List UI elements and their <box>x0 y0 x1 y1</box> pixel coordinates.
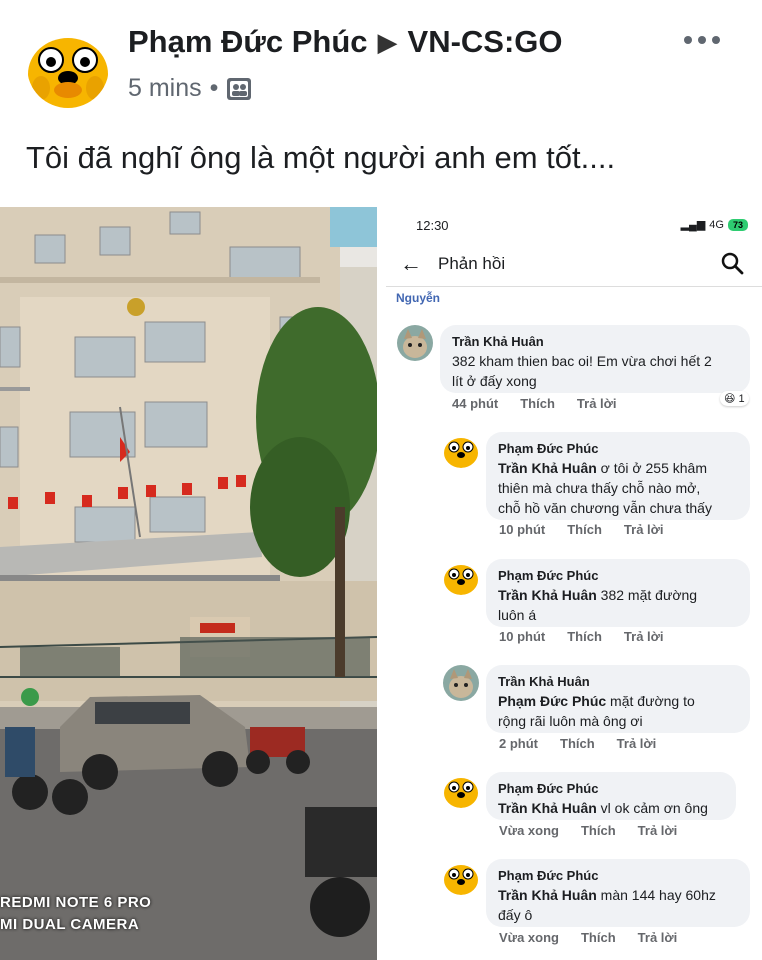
comment-time: 10 phút <box>499 522 546 537</box>
mention-link[interactable]: Trần Khả Huân <box>498 887 597 903</box>
post-photo[interactable]: REDMI NOTE 6 PRO MI DUAL CAMERA <box>0 207 377 960</box>
mention-link[interactable]: Phạm Đức Phúc <box>498 693 606 709</box>
cat-avatar-icon <box>443 665 479 701</box>
comment-author[interactable]: Trần Khả Huân <box>498 673 738 691</box>
status-icons: ▂▄▆ 4G 73 <box>681 218 748 231</box>
comment-author[interactable]: Phạm Đức Phúc <box>498 440 738 458</box>
photo-watermark: REDMI NOTE 6 PRO MI DUAL CAMERA <box>0 892 151 936</box>
comment-author[interactable]: Phạm Đức Phúc <box>498 780 724 798</box>
comment-bubble[interactable]: Phạm Đức Phúc Trần Khả Huân 382 mặt đườn… <box>486 559 750 627</box>
comment-actions: 2 phút Thích Trả lời <box>499 736 656 751</box>
comment-actions: 10 phút Thích Trả lời <box>499 629 664 644</box>
reply-button[interactable]: Trả lời <box>577 396 617 411</box>
app-bar: ← Phản hồi <box>386 241 762 287</box>
comment-text-line: màn 144 hay 60hz <box>596 887 716 903</box>
comment-time: 10 phút <box>499 629 546 644</box>
comment-time: Vừa xong <box>499 930 559 945</box>
watermark-line-1: REDMI NOTE 6 PRO <box>0 894 152 911</box>
comment-text-line: chỗ hồ văn chương vẫn chưa thấy <box>498 500 712 516</box>
jake-avatar-icon <box>443 859 479 895</box>
author-avatar[interactable] <box>27 26 109 108</box>
commenter-avatar[interactable] <box>443 772 479 808</box>
group-name[interactable]: VN-CS:GO <box>408 24 563 60</box>
comment-time: 44 phút <box>452 396 499 411</box>
comment-time: Vừa xong <box>499 823 559 838</box>
reply-button[interactable]: Trả lời <box>617 736 657 751</box>
comment-text-line: ơ tôi ở 255 khâm <box>596 460 707 476</box>
reaction-badge[interactable]: 😆 1 <box>720 391 749 406</box>
commenter-avatar[interactable] <box>443 559 479 595</box>
comment-author[interactable]: Phạm Đức Phúc <box>498 867 738 885</box>
comment-bubble[interactable]: Phạm Đức Phúc Trần Khả Huân ơ tôi ở 255 … <box>486 432 750 520</box>
comment-bubble[interactable]: Phạm Đức Phúc Trần Khả Huân màn 144 hay … <box>486 859 750 927</box>
comment-text-line: vl ok cảm ơn ông <box>596 800 708 816</box>
comment-actions: 10 phút Thích Trả lời <box>499 522 664 537</box>
comment-text-line: 382 mặt đường <box>596 587 698 603</box>
post-time[interactable]: 5 mins <box>128 74 202 103</box>
author-line: Phạm Đức Phúc ▶ VN-CS:GO <box>128 24 563 60</box>
comment-text-line: rộng rãi luôn mà ông ơi <box>498 713 643 729</box>
haha-reaction-icon: 😆 <box>724 393 736 405</box>
comment-author[interactable]: Phạm Đức Phúc <box>498 567 738 585</box>
reply-button[interactable]: Trả lời <box>624 629 664 644</box>
network-type: 4G <box>709 218 724 231</box>
status-time: 12:30 <box>416 218 449 233</box>
author-name[interactable]: Phạm Đức Phúc <box>128 24 368 60</box>
comment-text-line: đấy ô <box>498 907 533 923</box>
like-button[interactable]: Thích <box>520 396 555 411</box>
comment-author[interactable]: Trần Khả Huân <box>452 333 738 351</box>
like-button[interactable]: Thích <box>581 930 616 945</box>
commenter-avatar[interactable] <box>443 859 479 895</box>
like-button[interactable]: Thích <box>560 736 595 751</box>
separator: • <box>209 74 219 102</box>
arrow-right-icon: ▶ <box>377 26 398 57</box>
comment-actions: 44 phút Thích Trả lời <box>452 396 617 411</box>
reaction-count: 1 <box>738 392 745 405</box>
comment-text-line: thiên mà chưa thấy chỗ nào mở, <box>498 480 701 496</box>
comment-text-line: lít ở đấy xong <box>452 373 537 389</box>
search-icon[interactable] <box>720 251 746 277</box>
mention-link[interactable]: Trần Khả Huân <box>498 587 597 603</box>
street-building-image <box>0 207 377 960</box>
reply-button[interactable]: Trả lời <box>638 930 678 945</box>
signal-icon: ▂▄▆ <box>680 219 706 231</box>
like-button[interactable]: Thích <box>581 823 616 838</box>
group-visibility-icon <box>227 77 252 100</box>
comment-screenshot[interactable]: 12:30 ▂▄▆ 4G 73 ← Phản hồi Nguyễn Trần K… <box>386 207 762 960</box>
reply-button[interactable]: Trả lời <box>624 522 664 537</box>
comment-bubble[interactable]: Trần Khả Huân Phạm Đức Phúc mặt đường to… <box>486 665 750 733</box>
mention-link[interactable]: Trần Khả Huân <box>498 460 597 476</box>
like-button[interactable]: Thích <box>567 522 602 537</box>
more-options-button[interactable] <box>684 28 724 52</box>
appbar-title: Phản hồi <box>438 254 506 273</box>
like-button[interactable]: Thích <box>567 629 602 644</box>
jake-avatar-icon <box>443 432 479 468</box>
cat-avatar-icon <box>397 325 433 361</box>
comment-actions: Vừa xong Thích Trả lời <box>499 823 677 838</box>
commenter-avatar[interactable] <box>443 432 479 468</box>
jake-avatar-icon <box>27 26 109 108</box>
comment-text-line: luôn á <box>498 607 537 623</box>
back-arrow-icon[interactable]: ← <box>400 251 422 277</box>
post-meta: 5 mins • <box>128 74 252 103</box>
mention-link[interactable]: Trần Khả Huân <box>498 800 597 816</box>
jake-avatar-icon <box>443 559 479 595</box>
comment-time: 2 phút <box>499 736 538 751</box>
battery-icon: 73 <box>727 218 748 231</box>
comment-text-line: mặt đường to <box>606 693 695 709</box>
commenter-avatar[interactable] <box>443 665 479 701</box>
comment-actions: Vừa xong Thích Trả lời <box>499 930 677 945</box>
status-bar: 12:30 ▂▄▆ 4G 73 <box>386 207 762 241</box>
comment-bubble[interactable]: Phạm Đức Phúc Trần Khả Huân vl ok cảm ơn… <box>486 772 736 820</box>
post-header: Phạm Đức Phúc ▶ VN-CS:GO 5 mins • Tôi đã… <box>0 0 762 175</box>
commenter-avatar[interactable] <box>397 325 433 361</box>
comment-text-line: 382 kham thien bac oi! Em vừa chơi hết 2 <box>452 353 712 369</box>
post-text: Tôi đã nghĩ ông là một người anh em tốt.… <box>26 140 616 175</box>
reply-button[interactable]: Trả lời <box>638 823 678 838</box>
comment-bubble[interactable]: Trần Khả Huân 382 kham thien bac oi! Em … <box>440 325 750 393</box>
truncated-name[interactable]: Nguyễn <box>396 291 440 305</box>
watermark-line-2: MI DUAL CAMERA <box>0 916 140 933</box>
jake-avatar-icon <box>443 772 479 808</box>
